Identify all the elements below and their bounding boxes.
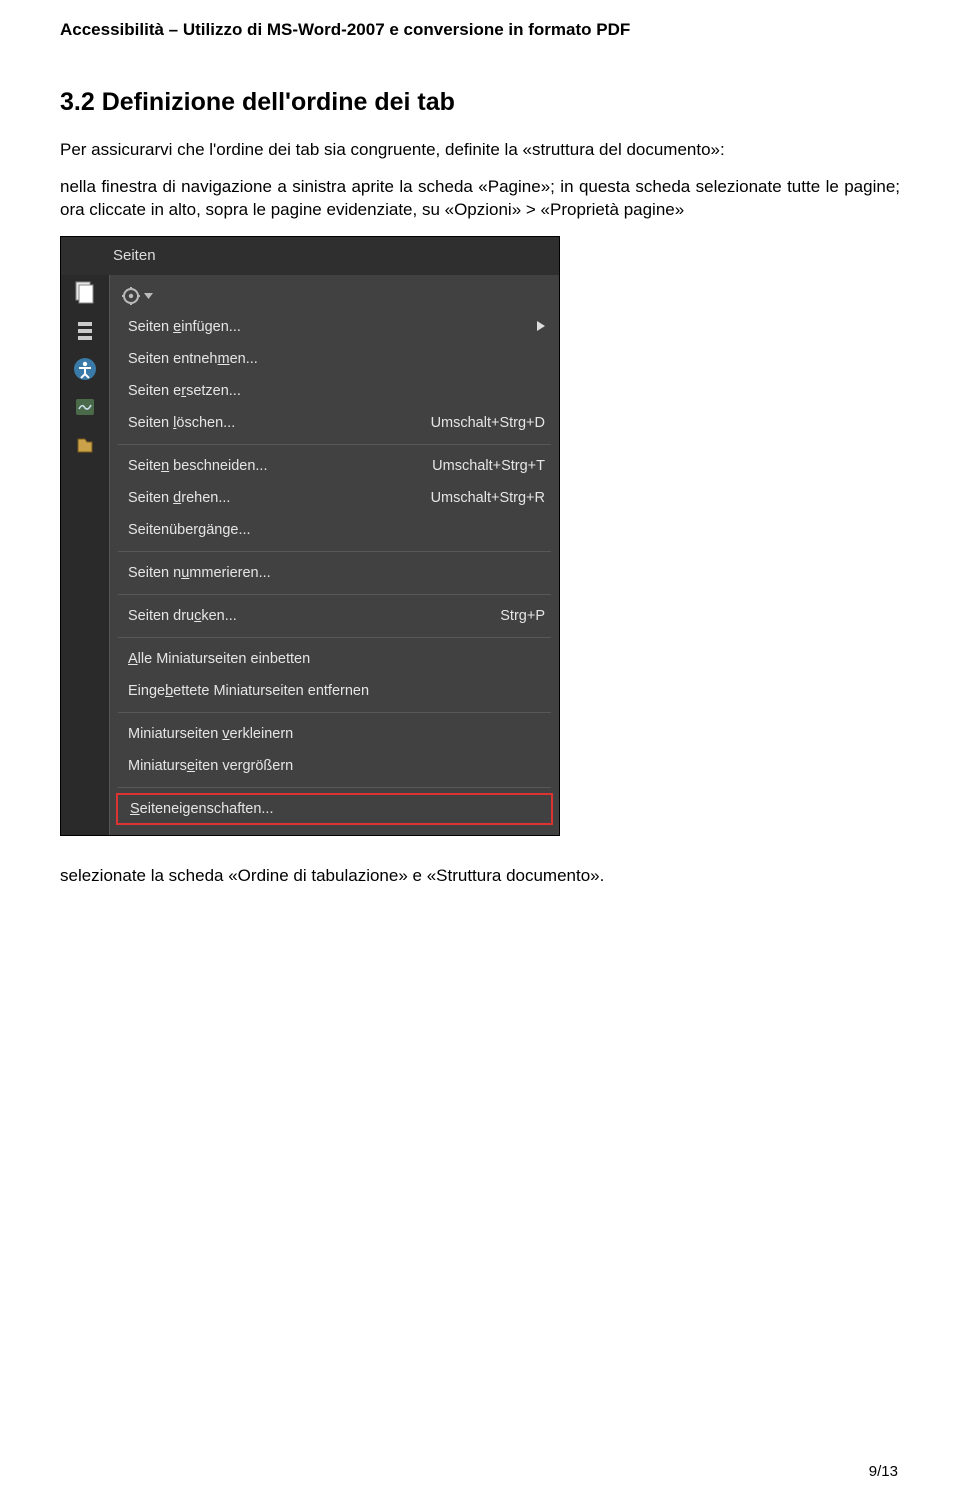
menu-item-label: Seiten nummerieren... <box>128 565 271 581</box>
paragraph-intro: Per assicurarvi che l'ordine dei tab sia… <box>60 139 900 162</box>
menu-item-label: Seiten einfügen... <box>128 319 241 335</box>
menu-item-label: Miniaturseiten verkleinern <box>128 726 293 742</box>
menu-item-shortcut: Umschalt+Strg+D <box>431 415 545 431</box>
menu-item-label: Seiteneigenschaften... <box>130 801 274 817</box>
menu-separator <box>118 551 551 552</box>
menu-item[interactable]: Seiten entnehmen... <box>110 343 559 375</box>
menu-separator <box>118 712 551 713</box>
menu-item[interactable]: Seiten nummerieren... <box>110 557 559 589</box>
menu-item[interactable]: Seiten ersetzen... <box>110 375 559 407</box>
menu-item-label: Eingebettete Miniaturseiten entfernen <box>128 683 369 699</box>
menu-item-label: Seiten drucken... <box>128 608 237 624</box>
menu-item[interactable]: Seiten einfügen... <box>110 311 559 343</box>
panel-titlebar: Seiten <box>61 237 559 275</box>
menu-item[interactable]: Alle Miniaturseiten einbetten <box>110 643 559 675</box>
navigation-rail <box>61 275 109 835</box>
dropdown-icon <box>144 291 153 300</box>
accessibility-icon[interactable] <box>71 355 99 383</box>
menu-item-shortcut: Umschalt+Strg+T <box>432 458 545 474</box>
section-heading: 3.2 Definizione dell'ordine dei tab <box>60 88 900 117</box>
menu-separator <box>118 444 551 445</box>
menu-item-label: Miniaturseiten vergrößern <box>128 758 293 774</box>
menu-item[interactable]: Seiten löschen... Umschalt+Strg+D <box>110 407 559 439</box>
menu-item-page-properties[interactable]: Seiteneigenschaften... <box>116 793 553 825</box>
menu-item-label: Seiten beschneiden... <box>128 458 268 474</box>
bookmarks-icon[interactable] <box>71 317 99 345</box>
panel-title: Seiten <box>113 247 156 264</box>
signatures-icon[interactable] <box>71 393 99 421</box>
menu-item[interactable]: Miniaturseiten verkleinern <box>110 718 559 750</box>
menu-item-label: Alle Miniaturseiten einbetten <box>128 651 310 667</box>
menu-item[interactable]: Seitenübergänge... <box>110 514 559 546</box>
attachments-icon[interactable] <box>71 431 99 459</box>
menu-separator <box>118 787 551 788</box>
options-context-menu: Seiten einfügen... Seiten entnehmen... Sei… <box>109 275 559 835</box>
menu-item[interactable]: Eingebettete Miniaturseiten entfernen <box>110 675 559 707</box>
menu-item-shortcut: Strg+P <box>500 608 545 624</box>
menu-separator <box>118 594 551 595</box>
menu-item-label: Seiten drehen... <box>128 490 230 506</box>
menu-item[interactable]: Seiten drehen... Umschalt+Strg+R <box>110 482 559 514</box>
menu-item-label: Seiten ersetzen... <box>128 383 241 399</box>
paragraph-instructions: nella finestra di navigazione a sinistra… <box>60 176 900 222</box>
menu-item-label: Seiten löschen... <box>128 415 235 431</box>
menu-item-label: Seiten entnehmen... <box>128 351 258 367</box>
paragraph-footer: selezionate la scheda «Ordine di tabulaz… <box>60 866 900 886</box>
menu-item[interactable]: Seiten drucken... Strg+P <box>110 600 559 632</box>
submenu-arrow-icon <box>537 319 545 335</box>
menu-separator <box>118 637 551 638</box>
menu-item-label: Seitenübergänge... <box>128 522 251 538</box>
gear-icon <box>122 287 140 305</box>
document-running-header: Accessibilità – Utilizzo di MS-Word-2007… <box>60 20 900 40</box>
pages-icon[interactable] <box>71 279 99 307</box>
menu-item[interactable]: Miniaturseiten vergrößern <box>110 750 559 782</box>
page-number: 9/13 <box>869 1463 898 1480</box>
options-button[interactable] <box>110 281 559 311</box>
pages-panel-screenshot: Seiten Seiten einfügen.. <box>60 236 560 836</box>
menu-item-shortcut: Umschalt+Strg+R <box>431 490 545 506</box>
menu-item[interactable]: Seiten beschneiden... Umschalt+Strg+T <box>110 450 559 482</box>
